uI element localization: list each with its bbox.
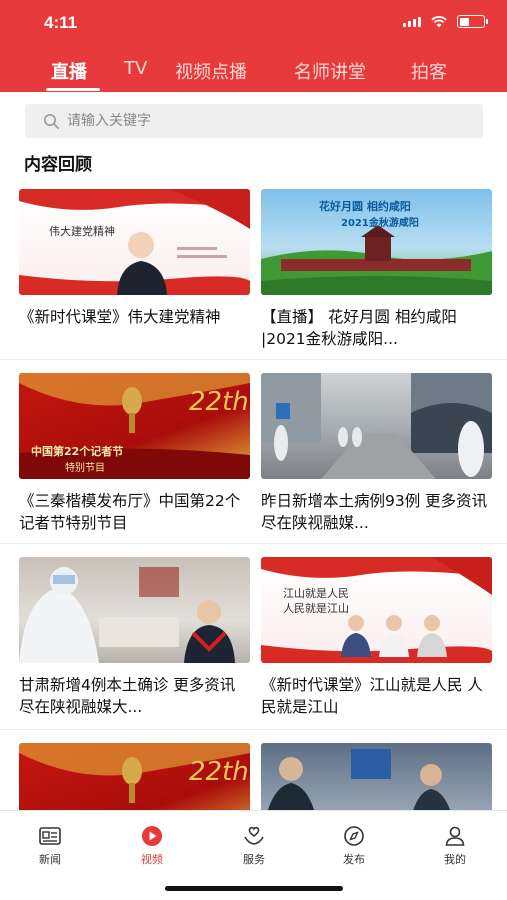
compass-icon: [344, 826, 364, 846]
thumbnail-badge: 22th: [189, 387, 249, 417]
thumbnail-caption-2: 人民就是江山: [283, 602, 349, 615]
tab-paike[interactable]: 拍客: [411, 58, 447, 84]
thumbnail-caption-2: 2021金秋游咸阳: [341, 218, 419, 229]
status-time: 4:11: [44, 13, 78, 32]
video-card[interactable]: 花好月圆 相约咸阳 2021金秋游咸阳 【直播】 花好月圆 相约咸阳 |2021…: [261, 189, 492, 350]
status-icons: [403, 15, 488, 28]
thumbnail-caption: 江山就是人民: [283, 587, 349, 600]
heart-hand-icon: [244, 826, 264, 845]
row-divider: [0, 543, 507, 544]
nav-service[interactable]: 服务: [224, 825, 284, 867]
video-card[interactable]: 22th 中国第22个记者节 特别节目 《三秦楷模发布厅》中国第22个记者节特别…: [19, 373, 250, 534]
play-icon: [142, 826, 162, 846]
nav-video[interactable]: 视频: [122, 825, 182, 867]
search-icon: [44, 114, 59, 129]
row-divider: [0, 729, 507, 730]
video-thumbnail: [261, 373, 492, 479]
nav-label: 发布: [343, 853, 365, 866]
user-icon: [445, 826, 465, 846]
video-card[interactable]: 伟大建党精神 《新时代课堂》伟大建党精神: [19, 189, 250, 350]
tab-live[interactable]: 直播: [51, 58, 87, 84]
newspaper-icon: [39, 827, 61, 845]
search-bar[interactable]: [25, 104, 483, 138]
video-title: 甘肃新增4例本土确诊 更多资讯尽在陕视融媒大...: [19, 676, 236, 716]
video-thumbnail: 22th 中国第22个记者节 特别节目: [19, 373, 250, 479]
tab-vod[interactable]: 视频点播: [175, 58, 247, 84]
video-title: 《新时代课堂》伟大建党精神: [19, 308, 221, 326]
thumbnail-caption: 花好月圆 相约咸阳: [319, 200, 411, 213]
app-header: 4:11 直播 TV 视频点播 名师讲堂 拍客: [0, 0, 507, 92]
row-divider: [0, 359, 507, 360]
thumbnail-caption: 中国第22个记者节: [31, 445, 124, 458]
nav-mine[interactable]: 我的: [425, 825, 485, 867]
tab-tv[interactable]: TV: [124, 58, 147, 79]
nav-news[interactable]: 新闻: [20, 825, 80, 867]
video-card[interactable]: 昨日新增本土病例93例 更多资讯尽在陕视融媒...: [261, 373, 492, 534]
video-title: 《三秦楷模发布厅》中国第22个记者节特别节目: [19, 492, 241, 532]
signal-icon: [403, 16, 421, 27]
nav-publish[interactable]: 发布: [324, 825, 384, 867]
nav-label: 新闻: [39, 853, 61, 866]
video-thumbnail: 江山就是人民 人民就是江山: [261, 557, 492, 663]
active-tab-indicator: [46, 88, 100, 91]
nav-label: 服务: [243, 853, 265, 866]
video-thumbnail: 伟大建党精神: [19, 189, 250, 295]
section-title: 内容回顾: [24, 155, 92, 175]
nav-label: 我的: [444, 853, 466, 866]
video-thumbnail: [19, 557, 250, 663]
thumbnail-caption-2: 特别节目: [65, 463, 105, 474]
status-bar: 4:11: [0, 0, 507, 48]
thumbnail-badge: 22th: [189, 757, 249, 787]
video-card[interactable]: 甘肃新增4例本土确诊 更多资讯尽在陕视融媒大...: [19, 557, 250, 718]
video-title: 昨日新增本土病例93例 更多资讯尽在陕视融媒...: [261, 492, 488, 532]
tab-famous-teacher[interactable]: 名师讲堂: [294, 58, 366, 84]
top-tabs: 直播 TV 视频点播 名师讲堂 拍客: [0, 52, 507, 92]
nav-label: 视频: [141, 853, 163, 866]
home-indicator[interactable]: [165, 886, 343, 891]
video-card[interactable]: 江山就是人民 人民就是江山 《新时代课堂》江山就是人民 人民就是江山: [261, 557, 492, 718]
search-input[interactable]: [67, 104, 467, 138]
thumbnail-caption: 伟大建党精神: [49, 225, 115, 238]
wifi-icon: [431, 15, 447, 27]
video-thumbnail: 花好月圆 相约咸阳 2021金秋游咸阳: [261, 189, 492, 295]
battery-icon: [457, 15, 488, 28]
video-title: 【直播】 花好月圆 相约咸阳 |2021金秋游咸阳...: [261, 308, 457, 348]
video-title: 《新时代课堂》江山就是人民 人民就是江山: [261, 676, 483, 716]
